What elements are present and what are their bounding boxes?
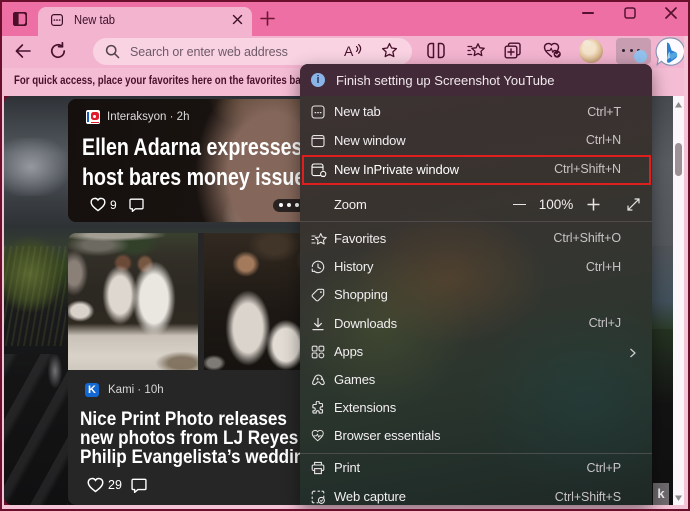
svg-text:A: A xyxy=(344,43,354,59)
